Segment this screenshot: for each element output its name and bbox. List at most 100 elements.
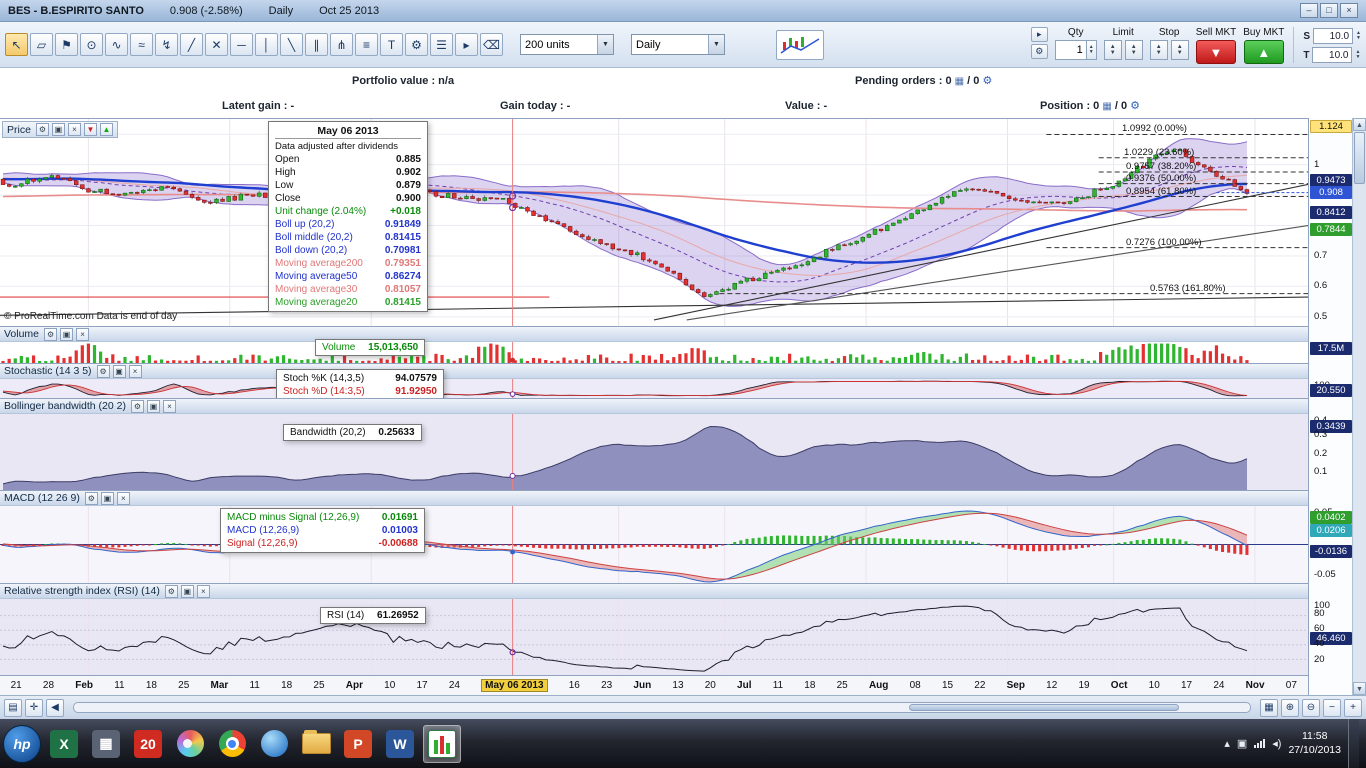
panel-settings-icon[interactable]: ⚙: [165, 585, 178, 598]
vertical-scrollbar[interactable]: ▲ ▼: [1352, 118, 1366, 695]
window-titlebar[interactable]: BES - B.ESPIRITO SANTO 0.908 (-2.58%) Da…: [0, 0, 1366, 22]
horizontal-line-tool[interactable]: ─: [230, 33, 253, 56]
xaxis-label[interactable]: 19: [1078, 680, 1089, 691]
buy-arrow-icon[interactable]: ▲: [100, 123, 113, 136]
calendar-button[interactable]: ▦: [1260, 699, 1278, 717]
minimize-button[interactable]: –: [1300, 3, 1318, 18]
taskbar-start-button[interactable]: hp: [3, 725, 41, 763]
xaxis-label[interactable]: 07: [1286, 680, 1297, 691]
panel-copy-icon[interactable]: ▣: [101, 492, 114, 505]
xaxis-label[interactable]: 11: [114, 680, 124, 691]
macd-panel[interactable]: MACD (12 26 9)⚙▣× MACD minus Signal (12,…: [0, 490, 1308, 583]
trendline-tool[interactable]: ╱: [180, 33, 203, 56]
selected-date-label[interactable]: May 06 2013: [481, 679, 547, 692]
xaxis-label[interactable]: 28: [43, 680, 54, 691]
gears-icon[interactable]: ⚙: [1130, 100, 1140, 112]
panel-close-icon[interactable]: ×: [129, 365, 142, 378]
pattern-tool[interactable]: ≈: [130, 33, 153, 56]
stochastic-panel[interactable]: Stochastic (14 3 5)⚙▣× Stoch %K (14,3,5)…: [0, 363, 1308, 398]
delete-tool[interactable]: ⌫: [480, 33, 503, 56]
sell-mkt-button[interactable]: ▼: [1196, 40, 1236, 64]
position-list-icon[interactable]: ▦: [1102, 101, 1111, 112]
target-t-field[interactable]: 10.0: [1312, 47, 1352, 63]
quantity-stepper[interactable]: ▲▼: [1087, 40, 1097, 60]
xaxis-label[interactable]: 25: [313, 680, 324, 691]
chevron-down-icon[interactable]: ▼: [708, 35, 724, 54]
cursor-tool[interactable]: ↖: [5, 33, 28, 56]
price-panel[interactable]: 1.0992 (0.00%)1.0229 (23.60%)0.9757 (38.…: [0, 119, 1308, 326]
zoom-increase-button[interactable]: +: [1344, 699, 1362, 717]
stop-buy-stepper[interactable]: ▲▼: [1171, 40, 1189, 60]
alarm-tool[interactable]: ⚑: [55, 33, 78, 56]
panel-close-icon[interactable]: ×: [68, 123, 81, 136]
panel-settings-icon[interactable]: ⚙: [44, 328, 57, 341]
taskbar-browser[interactable]: [255, 725, 293, 763]
panel-close-icon[interactable]: ×: [163, 400, 176, 413]
taskbar-chrome[interactable]: [213, 725, 251, 763]
panel-close-icon[interactable]: ×: [76, 328, 89, 341]
text-tool[interactable]: T: [380, 33, 403, 56]
xaxis-label[interactable]: 18: [804, 680, 815, 691]
tray-display-icon[interactable]: ▣: [1237, 737, 1247, 750]
units-select[interactable]: 200 units ▼: [520, 34, 614, 55]
taskbar-prorealtime-chart[interactable]: [423, 725, 461, 763]
horizontal-scrollbar[interactable]: [73, 702, 1251, 713]
volume-icon[interactable]: ◂): [1272, 737, 1281, 750]
zoom-tool[interactable]: ⊙: [80, 33, 103, 56]
macd-chart-plot[interactable]: [0, 506, 1308, 583]
order-settings-icon[interactable]: ⚙: [1031, 44, 1048, 59]
xaxis-label[interactable]: 22: [974, 680, 985, 691]
panel-close-icon[interactable]: ×: [197, 585, 210, 598]
xaxis-label[interactable]: 12: [1046, 680, 1057, 691]
xaxis-label[interactable]: Nov: [1246, 680, 1265, 691]
buy-mkt-button[interactable]: ▲: [1244, 40, 1284, 64]
eraser-tool[interactable]: ▱: [30, 33, 53, 56]
xaxis-label[interactable]: Jun: [633, 680, 651, 691]
vertical-scroll-thumb[interactable]: [1354, 132, 1365, 184]
panel-copy-icon[interactable]: ▣: [52, 123, 65, 136]
xaxis-label[interactable]: 16: [569, 680, 580, 691]
quantity-field[interactable]: 1: [1055, 40, 1087, 60]
settings-tool[interactable]: ⚙: [405, 33, 428, 56]
xaxis-label[interactable]: 10: [384, 680, 395, 691]
clock[interactable]: 11:58 27/10/2013: [1288, 730, 1341, 757]
target-t-stepper[interactable]: ▲▼: [1355, 50, 1360, 60]
stochastic-chart-plot[interactable]: [0, 379, 1308, 398]
xaxis-label[interactable]: 13: [672, 680, 683, 691]
parallel-lines-tool[interactable]: ∥: [305, 33, 328, 56]
impulse-tool[interactable]: ↯: [155, 33, 178, 56]
xaxis-label[interactable]: Jul: [737, 680, 751, 691]
xaxis-label[interactable]: 24: [1213, 680, 1224, 691]
xaxis-label[interactable]: 24: [449, 680, 460, 691]
panel-settings-icon[interactable]: ⚙: [85, 492, 98, 505]
tray-expand-icon[interactable]: ▴: [1224, 737, 1230, 750]
scroll-up-icon[interactable]: ▲: [1353, 118, 1366, 131]
xaxis-label[interactable]: Apr: [346, 680, 363, 691]
xaxis-label[interactable]: 11: [249, 680, 259, 691]
xaxis-label[interactable]: 15: [942, 680, 953, 691]
panel-copy-icon[interactable]: ▣: [147, 400, 160, 413]
close-button[interactable]: ×: [1340, 3, 1358, 18]
sell-arrow-icon[interactable]: ▼: [84, 123, 97, 136]
panel-copy-icon[interactable]: ▣: [113, 365, 126, 378]
bandwidth-panel[interactable]: Bollinger bandwidth (20 2)⚙▣× Bandwidth …: [0, 398, 1308, 490]
time-axis[interactable]: 2128Feb111825Mar111825Apr101724May 06 20…: [0, 675, 1308, 695]
zoom-in-button[interactable]: ⊕: [1281, 699, 1299, 717]
xaxis-label[interactable]: 17: [417, 680, 428, 691]
xaxis-label[interactable]: 17: [1181, 680, 1192, 691]
volume-chart-plot[interactable]: [0, 342, 1308, 363]
xaxis-label[interactable]: Feb: [75, 680, 93, 691]
xaxis-label[interactable]: 18: [146, 680, 157, 691]
orders-list-icon[interactable]: ▦: [955, 76, 964, 87]
panel-settings-icon[interactable]: ⚙: [97, 365, 110, 378]
stop-sell-stepper[interactable]: ▲▼: [1150, 40, 1168, 60]
bandwidth-chart-plot[interactable]: [0, 414, 1308, 490]
xaxis-label[interactable]: Mar: [210, 680, 228, 691]
rsi-chart-plot[interactable]: [0, 599, 1308, 676]
pitchfork-tool[interactable]: ⋔: [330, 33, 353, 56]
xaxis-label[interactable]: Oct: [1111, 680, 1128, 691]
panel-copy-icon[interactable]: ▣: [60, 328, 73, 341]
xaxis-label[interactable]: 11: [773, 680, 783, 691]
vertical-line-tool[interactable]: │: [255, 33, 278, 56]
panel-settings-icon[interactable]: ⚙: [36, 123, 49, 136]
